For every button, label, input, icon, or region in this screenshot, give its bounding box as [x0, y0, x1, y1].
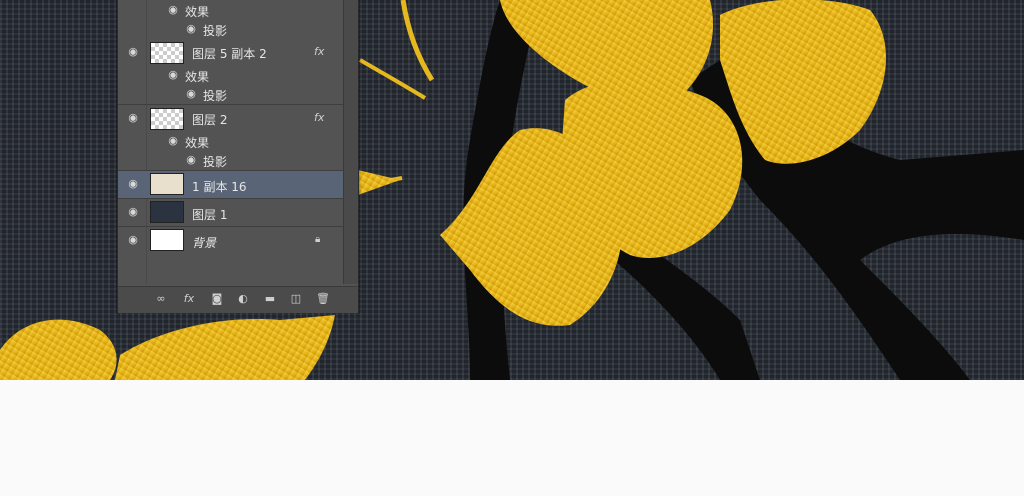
layer-row[interactable]: ◉ 图层 2 fx ◉ 效果 ◉ 投影	[118, 104, 343, 171]
layer-thumbnail	[150, 229, 184, 251]
top-effects-row[interactable]: ◉ 效果	[118, 0, 343, 20]
visibility-eye-icon[interactable]: ◉	[126, 45, 140, 59]
layer-row-background[interactable]: ◉ 背景 🔒︎	[118, 227, 343, 254]
drop-shadow-label: 投影	[203, 89, 228, 103]
eye-icon[interactable]: ◉	[166, 68, 180, 82]
drop-shadow-label: 投影	[203, 24, 228, 38]
layer-row[interactable]: ◉ 图层 5 副本 2 fx ◉ 效果 ◉ 投影	[118, 38, 343, 105]
link-icon[interactable]: ∞	[152, 291, 170, 307]
layers-panel: ◉ 效果 ◉ 投影 ◉ 图层 5 副本 2 fx ◉ 效果 ◉ 投影 ◉ 图层 …	[117, 0, 359, 313]
lock-icon: 🔒︎	[315, 234, 321, 245]
effects-label: 效果	[185, 70, 210, 84]
adjustment-icon[interactable]: ◐	[234, 291, 252, 307]
layer-name[interactable]: 图层 5 副本 2	[192, 45, 267, 62]
layer-row[interactable]: ◉ 图层 1	[118, 199, 343, 227]
layer-thumbnail	[150, 42, 184, 64]
eye-icon[interactable]: ◉	[184, 22, 198, 36]
layers-bottom-toolbar: ∞ fx ◙ ◐ ▬ ◫ 🗑︎	[118, 286, 358, 313]
trash-icon[interactable]: 🗑︎	[314, 291, 332, 307]
layer-name[interactable]: 背景	[192, 234, 216, 251]
eye-icon[interactable]: ◉	[166, 134, 180, 148]
fx-icon[interactable]: fx	[314, 111, 324, 124]
fx-icon[interactable]: fx	[314, 45, 324, 58]
effects-label: 效果	[185, 5, 210, 19]
layer-thumbnail	[150, 108, 184, 130]
panel-scrollbar[interactable]	[343, 0, 358, 284]
layer-name[interactable]: 图层 1	[192, 206, 227, 223]
mask-icon[interactable]: ◙	[208, 291, 226, 307]
layer-row-selected[interactable]: ◉ 1 副本 16	[118, 171, 343, 199]
layer-name[interactable]: 1 副本 16	[192, 178, 247, 195]
layer-name[interactable]: 图层 2	[192, 111, 227, 128]
layer-thumbnail	[150, 201, 184, 223]
layer-thumbnail	[150, 173, 184, 195]
visibility-eye-icon[interactable]: ◉	[126, 111, 140, 125]
visibility-eye-icon[interactable]: ◉	[126, 177, 140, 191]
folder-icon[interactable]: ▬	[261, 291, 279, 307]
visibility-eye-icon[interactable]: ◉	[126, 233, 140, 247]
eye-icon[interactable]: ◉	[166, 3, 180, 17]
eye-icon[interactable]: ◉	[184, 153, 198, 167]
eye-icon[interactable]: ◉	[184, 87, 198, 101]
visibility-eye-icon[interactable]: ◉	[126, 205, 140, 219]
fx-icon[interactable]: fx	[180, 291, 198, 307]
new-layer-icon[interactable]: ◫	[287, 291, 305, 307]
top-drop-shadow-row[interactable]: ◉ 投影	[118, 19, 343, 39]
effects-label: 效果	[185, 136, 210, 150]
drop-shadow-label: 投影	[203, 155, 228, 169]
